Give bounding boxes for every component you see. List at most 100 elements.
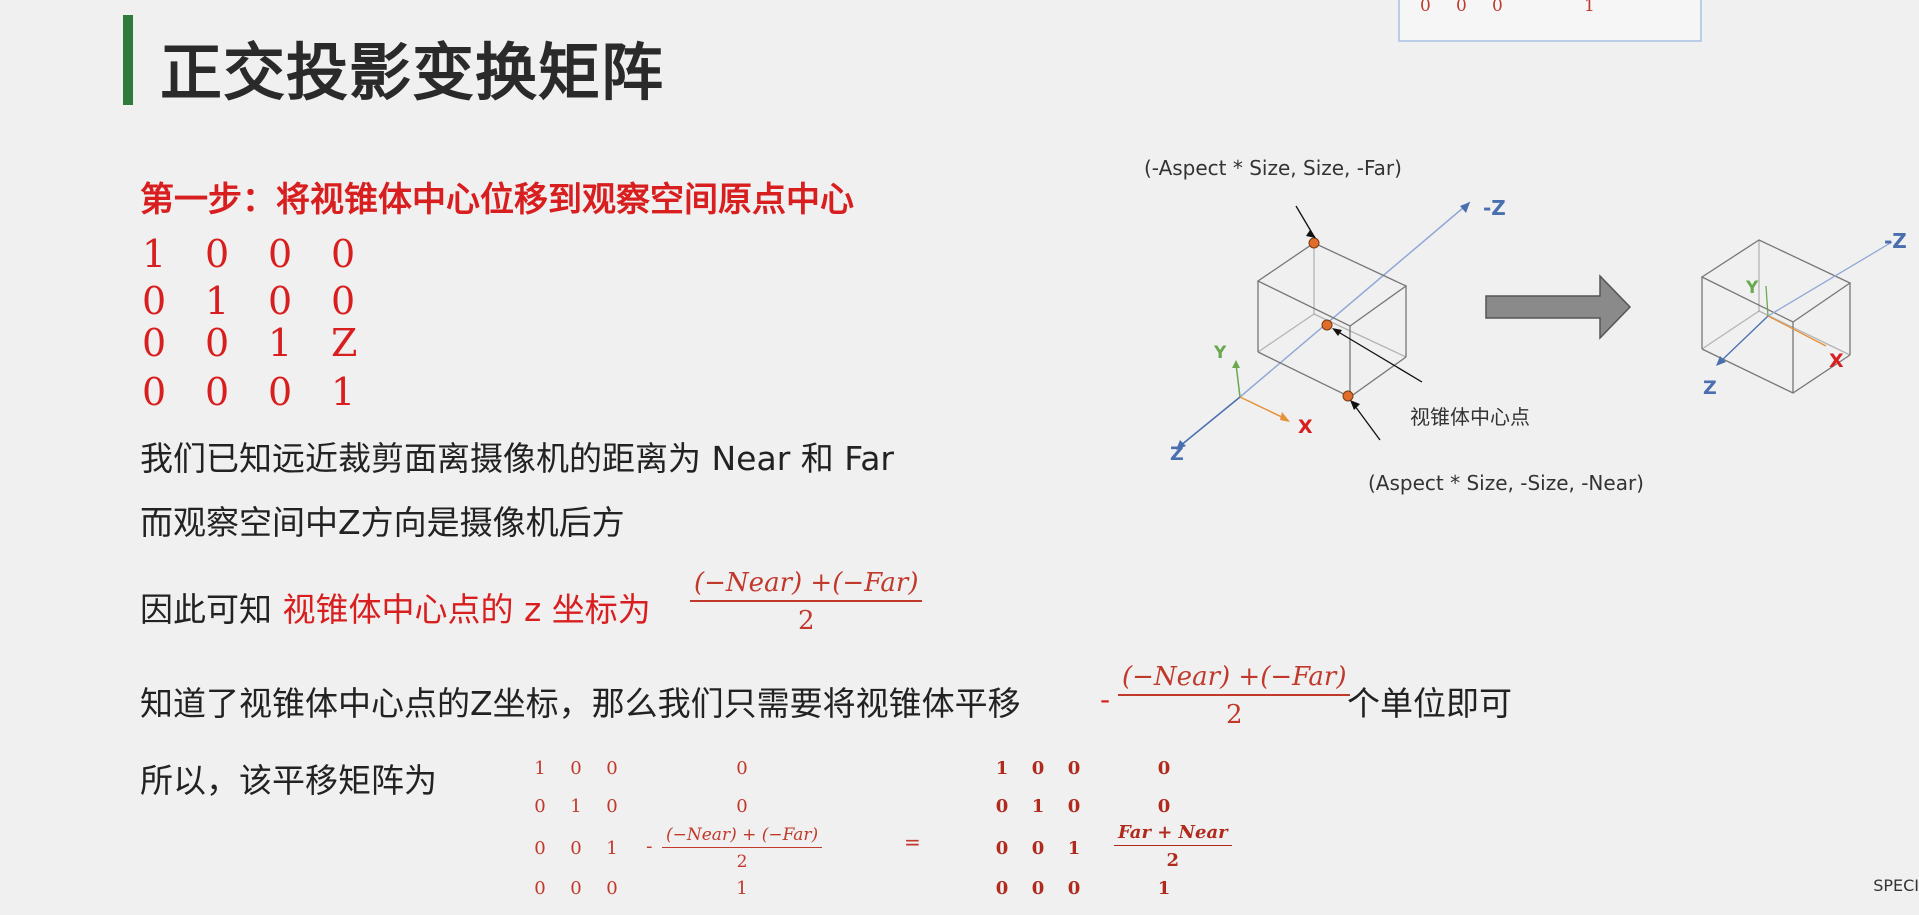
matrix-cell: 0 (331, 279, 356, 323)
axis-label-z-right: Z (1703, 377, 1717, 399)
text-line-so-matrix: 所以，该平移矩阵为 (140, 761, 437, 800)
matrix-cell: 0 (570, 878, 582, 899)
near-corner-point (1342, 390, 1354, 402)
corner-watermark-text: SPECI (1873, 876, 1919, 895)
fraction-numerator: (−Near) + (−Far) (666, 825, 819, 845)
page-title: 正交投影变换矩阵 (160, 36, 665, 109)
matrix-cell: 0 (205, 232, 230, 276)
matrix-cell: 0 (606, 758, 618, 779)
center-z-fraction: (−Near) +(−Far) 2 (690, 568, 923, 636)
matrix-cell: 0 (570, 838, 582, 859)
matrix-cell: 0 (995, 796, 1009, 817)
leader-arrow-center (1332, 328, 1342, 336)
matrix-cell: 1 (1157, 878, 1171, 899)
matrix-cell: 0 (1031, 758, 1045, 779)
frustum-diagram (1176, 201, 1893, 450)
frustum-box-left (1256, 242, 1408, 398)
matrix-cell: 1 (736, 878, 748, 899)
transform-arrow (1485, 274, 1632, 340)
line3-red-text: 视锥体中心点的 z 坐标为 (282, 590, 651, 629)
matrix-cell: 1 (570, 796, 582, 817)
y-axis-arrow (1232, 360, 1240, 368)
axis-label-neg-z-right: -Z (1884, 229, 1907, 253)
matrix-right-fraction: Far + Near 2 (1114, 822, 1232, 871)
matrix-cell: 0 (534, 796, 546, 817)
matrix-cell: 1 (331, 370, 356, 414)
matrix-cell: 0 (142, 279, 167, 323)
fraction-denominator: 2 (1225, 700, 1243, 730)
z-axis-arrow (1460, 202, 1470, 213)
far-corner-label: (-Aspect * Size, Size, -Far) (1144, 156, 1402, 180)
fraction-numerator: Far + Near (1118, 822, 1228, 843)
matrix-cell: 0 (736, 796, 748, 817)
matrix-cell: 1 (268, 321, 293, 365)
matrix-cell: 0 (331, 232, 356, 276)
fraction-bar (690, 600, 923, 602)
matrix-cell: 0 (205, 321, 230, 365)
fraction-denominator: 2 (797, 606, 815, 636)
axis-label-x: X (1298, 416, 1313, 438)
y-axis-line (1235, 363, 1241, 398)
matrix-left-minus: - (646, 836, 653, 857)
line4-suffix: 个单位即可 (1347, 684, 1512, 723)
x-axis-arrow (1280, 412, 1290, 422)
frustum-box-right (1700, 239, 1852, 394)
matrix-left-fraction: (−Near) + (−Far) 2 (662, 825, 823, 872)
matrix-cell: 1 (205, 279, 230, 323)
fragment-cell: 1 (1584, 0, 1595, 16)
matrix-cell: 1 (606, 838, 618, 859)
matrix-cell: 0 (205, 370, 230, 414)
matrix-cell: 1 (995, 758, 1009, 779)
center-point-label: 视锥体中心点 (1410, 405, 1530, 429)
matrix-cell: 1 (142, 232, 167, 276)
text-line-center-z: 因此可知 视锥体中心点的 z 坐标为 (140, 583, 651, 631)
leader-line-center (1334, 329, 1423, 383)
translate-fraction: (−Near) +(−Far) 2 (1118, 662, 1351, 730)
x-axis-line (1239, 396, 1289, 421)
fragment-cell: 0 (1492, 0, 1503, 16)
matrix-cell: 1 (534, 758, 546, 779)
matrix-cell: 0 (1031, 878, 1045, 899)
matrix-cell: 0 (606, 796, 618, 817)
matrix-cell: 0 (142, 370, 167, 414)
matrix-cell: 0 (268, 279, 293, 323)
matrix-cell: 0 (1067, 758, 1081, 779)
top-matrix-fragment: 0 0 0 1 (1398, 0, 1702, 42)
fraction-numerator: (−Near) +(−Far) (1122, 662, 1347, 692)
text-line-near-far: 我们已知远近裁剪面离摄像机的距离为 Near 和 Far (140, 439, 894, 478)
z-axis-line (1239, 201, 1471, 398)
line4-minus: - (1100, 683, 1111, 716)
equals-sign: = (904, 830, 921, 854)
matrix-cell: 0 (534, 838, 546, 859)
far-corner-point (1308, 237, 1320, 249)
fraction-numerator: (−Near) +(−Far) (694, 568, 919, 598)
leader-arrow-bottom (1350, 400, 1360, 410)
matrix-cell: 0 (1067, 878, 1081, 899)
text-line-z-direction: 而观察空间中Z方向是摄像机后方 (140, 503, 625, 542)
matrix-cell: 0 (268, 370, 293, 414)
z-axis-neg-line (1179, 396, 1241, 447)
matrix-cell: 0 (534, 878, 546, 899)
axis-label-neg-z: -Z (1483, 196, 1506, 220)
line4-prefix: 知道了视锥体中心点的Z坐标，那么我们只需要将视锥体平移 (140, 684, 1021, 723)
text-line-translate: 知道了视锥体中心点的Z坐标，那么我们只需要将视锥体平移 (140, 677, 1021, 725)
matrix-cell: 1 (1031, 796, 1045, 817)
matrix-cell: 0 (995, 878, 1009, 899)
y-axis-line-right (1765, 285, 1769, 317)
matrix-cell: 0 (1067, 796, 1081, 817)
title-accent-bar (123, 15, 133, 105)
matrix-cell: 0 (995, 838, 1009, 859)
fraction-denominator: 2 (736, 852, 748, 872)
axis-label-y: Y (1214, 343, 1227, 363)
matrix-cell: 0 (1157, 758, 1171, 779)
x-axis-line-right (1767, 315, 1827, 347)
fraction-bar (1118, 694, 1351, 696)
matrix-cell: 0 (606, 878, 618, 899)
near-corner-label: (Aspect * Size, -Size, -Near) (1368, 471, 1644, 495)
axis-label-z: Z (1170, 443, 1184, 465)
matrix-cell: 1 (1067, 838, 1081, 859)
z-axis-neg-line-right (1719, 315, 1769, 363)
matrix-cell: 0 (570, 758, 582, 779)
fraction-bar (1114, 845, 1232, 846)
matrix-cell: 0 (268, 232, 293, 276)
